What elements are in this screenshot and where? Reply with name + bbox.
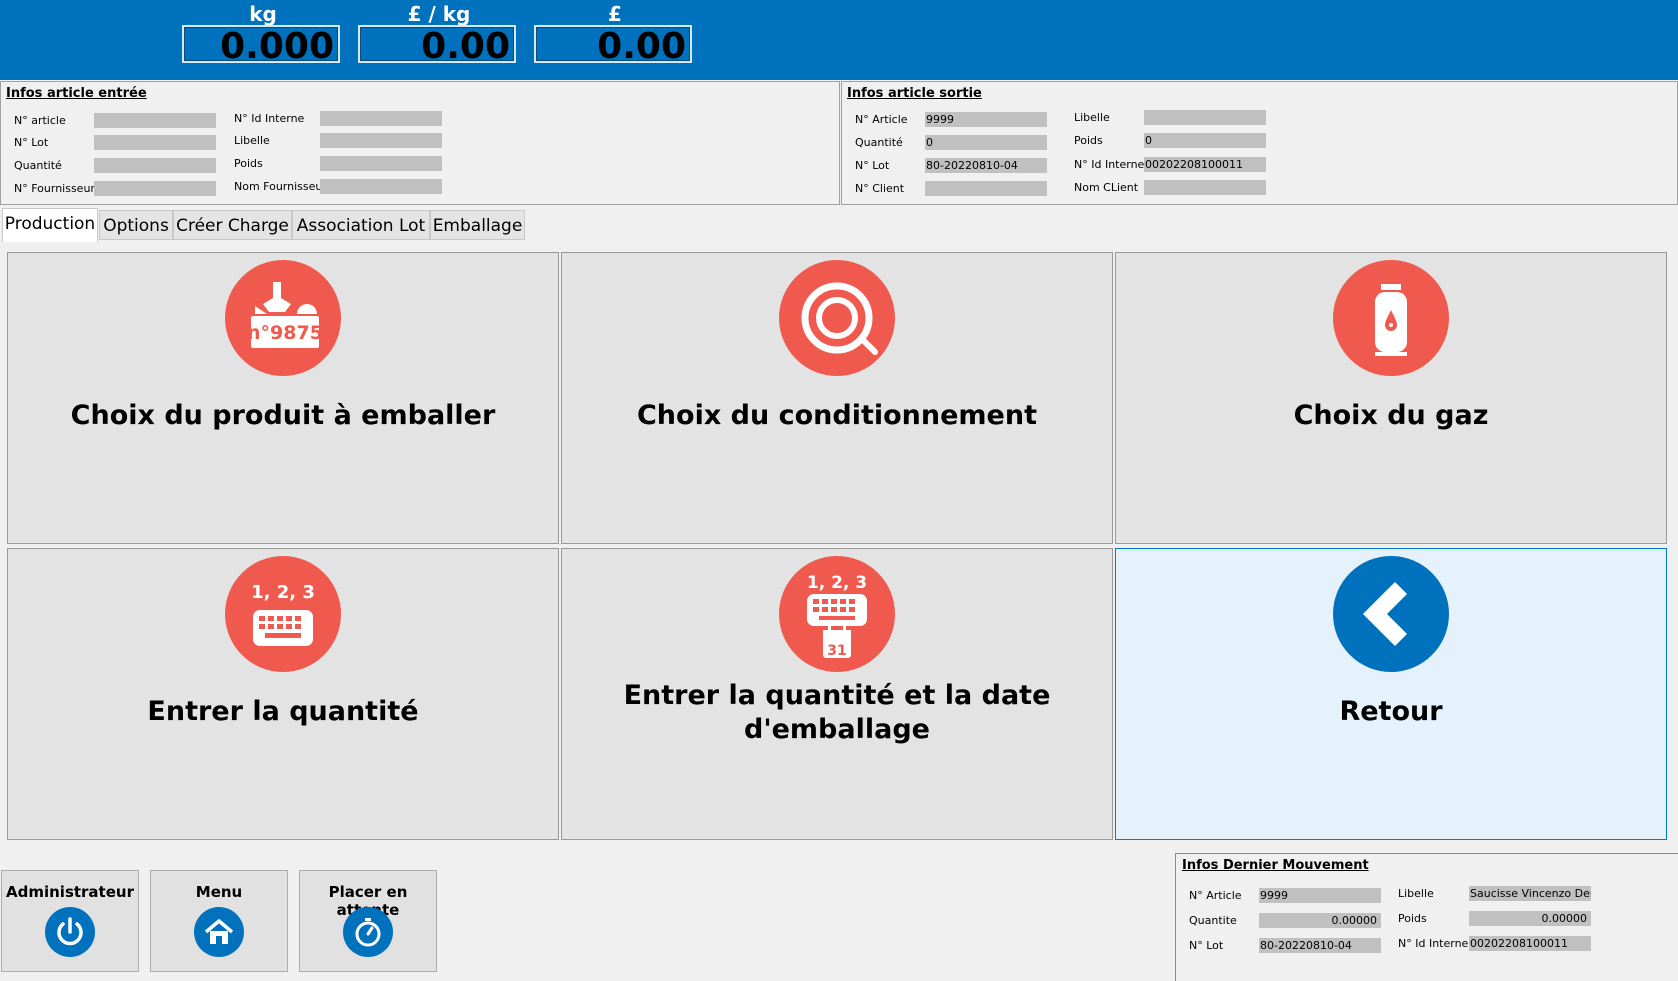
input-quantity-field — [94, 158, 216, 173]
power-icon — [45, 907, 95, 957]
tab-creer-charge[interactable]: Créer Charge — [173, 210, 292, 240]
svg-text:1, 2, 3: 1, 2, 3 — [251, 582, 315, 603]
scale-header: kg 0.000 £ / kg 0.00 £ 0.00 — [0, 0, 1678, 80]
output-article-no-field: 9999 — [925, 112, 1047, 127]
last-libelle-field: Saucisse Vincenzo Demo — [1469, 886, 1591, 901]
input-article-title: Infos article entrée — [6, 86, 147, 101]
product-label-icon: n°9875 — [225, 260, 341, 376]
input-supplier-name-field — [320, 179, 442, 194]
price-per-kg-value: 0.00 — [358, 25, 516, 67]
input-lot-no-label: N° Lot — [14, 136, 49, 149]
output-client-no-field — [925, 181, 1047, 196]
output-poids-field: 0 — [1144, 133, 1266, 148]
output-lot-no-field: 80-20220810-04 — [925, 158, 1047, 173]
output-poids-label: Poids — [1074, 134, 1103, 147]
output-article-panel: Infos article sortie N° Article 9999 Qua… — [841, 81, 1678, 205]
input-poids-field — [320, 156, 442, 171]
last-article-no-field: 9999 — [1259, 888, 1381, 903]
price-per-kg-unit-label: £ / kg — [407, 2, 471, 26]
choose-gas-label: Choix du gaz — [1293, 400, 1489, 431]
last-movement-title: Infos Dernier Mouvement — [1182, 858, 1369, 873]
output-article-title: Infos article sortie — [847, 86, 982, 101]
input-lot-no-field — [94, 135, 216, 150]
back-tile[interactable]: Retour — [1115, 548, 1667, 840]
output-internal-id-field: 00202208100011 — [1144, 157, 1266, 172]
enter-quantity-date-label-line1: Entrer la quantité et la date — [623, 680, 1051, 711]
keyboard-calendar-icon: 1, 2, 3 31 — [779, 556, 895, 672]
input-internal-id-field — [320, 111, 442, 126]
output-internal-id-label: N° Id Interne — [1074, 158, 1145, 171]
price-unit-label: £ — [608, 2, 622, 26]
output-quantity-label: Quantité — [855, 136, 903, 149]
place-on-hold-button[interactable]: Placer en attente — [299, 870, 437, 972]
enter-quantity-date-tile[interactable]: 1, 2, 3 31 Entrer la quantité et la date… — [561, 548, 1113, 840]
weight-unit-label: kg — [249, 2, 277, 26]
input-article-panel: Infos article entrée N° article N° Lot Q… — [0, 81, 840, 205]
last-lot-no-field: 80-20220810-04 — [1259, 938, 1381, 953]
back-label: Retour — [1339, 696, 1443, 727]
choose-product-tile[interactable]: n°9875 Choix du produit à emballer — [7, 252, 559, 544]
tab-options[interactable]: Options — [99, 210, 173, 240]
tab-production[interactable]: Production — [2, 208, 98, 242]
last-quantity-field: 0.00000 — [1259, 913, 1381, 928]
input-article-no-label: N° article — [14, 114, 66, 127]
last-internal-id-label: N° Id Interne — [1398, 937, 1469, 950]
output-client-name-field — [1144, 180, 1266, 195]
back-chevron-icon — [1333, 556, 1449, 672]
input-internal-id-label: N° Id Interne — [234, 112, 305, 125]
last-lot-no-label: N° Lot — [1189, 939, 1224, 952]
enter-quantity-label: Entrer la quantité — [147, 696, 419, 727]
keyboard-icon: 1, 2, 3 — [225, 556, 341, 672]
tab-association-lot[interactable]: Association Lot — [292, 210, 430, 240]
last-movement-panel: Infos Dernier Mouvement N° Article 9999 … — [1175, 853, 1678, 981]
svg-text:31: 31 — [827, 643, 846, 659]
menu-button[interactable]: Menu — [150, 870, 288, 972]
output-libelle-field — [1144, 110, 1266, 125]
svg-text:n°9875: n°9875 — [247, 322, 323, 344]
choose-packaging-label: Choix du conditionnement — [636, 400, 1037, 431]
input-article-no-field — [94, 113, 216, 128]
svg-text:1, 2, 3: 1, 2, 3 — [807, 573, 867, 593]
output-quantity-field: 0 — [925, 135, 1047, 150]
output-article-no-label: N° Article — [855, 113, 908, 126]
output-client-name-label: Nom CLient — [1074, 181, 1139, 194]
last-quantity-label: Quantite — [1189, 914, 1237, 927]
input-poids-label: Poids — [234, 157, 263, 170]
menu-button-label: Menu — [195, 883, 243, 901]
weight-value: 0.000 — [182, 25, 340, 67]
last-libelle-label: Libelle — [1398, 887, 1434, 900]
input-supplier-name-label: Nom Fournisseur — [234, 180, 327, 193]
output-libelle-label: Libelle — [1074, 111, 1110, 124]
roll-wrap-icon — [779, 260, 895, 376]
enter-quantity-tile[interactable]: 1, 2, 3 Entrer la quantité — [7, 548, 559, 840]
administrator-button-label: Administrateur — [6, 883, 134, 901]
tab-bar: Production Options Créer Charge Associat… — [0, 208, 1678, 242]
enter-quantity-date-label-line2: d'emballage — [744, 714, 930, 745]
input-supplier-no-field — [94, 181, 216, 196]
last-internal-id-field: 00202208100011 — [1469, 936, 1591, 951]
input-libelle-field — [320, 133, 442, 148]
choose-product-label: Choix du produit à emballer — [70, 400, 496, 431]
tab-emballage[interactable]: Emballage — [430, 210, 525, 240]
output-lot-no-label: N° Lot — [855, 159, 890, 172]
home-icon — [194, 907, 244, 957]
input-supplier-no-label: N° Fournisseur — [14, 182, 95, 195]
input-libelle-label: Libelle — [234, 134, 270, 147]
input-quantity-label: Quantité — [14, 159, 62, 172]
output-client-no-label: N° Client — [855, 182, 905, 195]
last-poids-field: 0.00000 — [1469, 911, 1591, 926]
last-poids-label: Poids — [1398, 912, 1427, 925]
stopwatch-icon — [343, 907, 393, 957]
administrator-button[interactable]: Administrateur — [1, 870, 139, 972]
gas-cylinder-icon — [1333, 260, 1449, 376]
choose-packaging-tile[interactable]: Choix du conditionnement — [561, 252, 1113, 544]
price-value: 0.00 — [534, 25, 692, 67]
last-article-no-label: N° Article — [1189, 889, 1242, 902]
choose-gas-tile[interactable]: Choix du gaz — [1115, 252, 1667, 544]
